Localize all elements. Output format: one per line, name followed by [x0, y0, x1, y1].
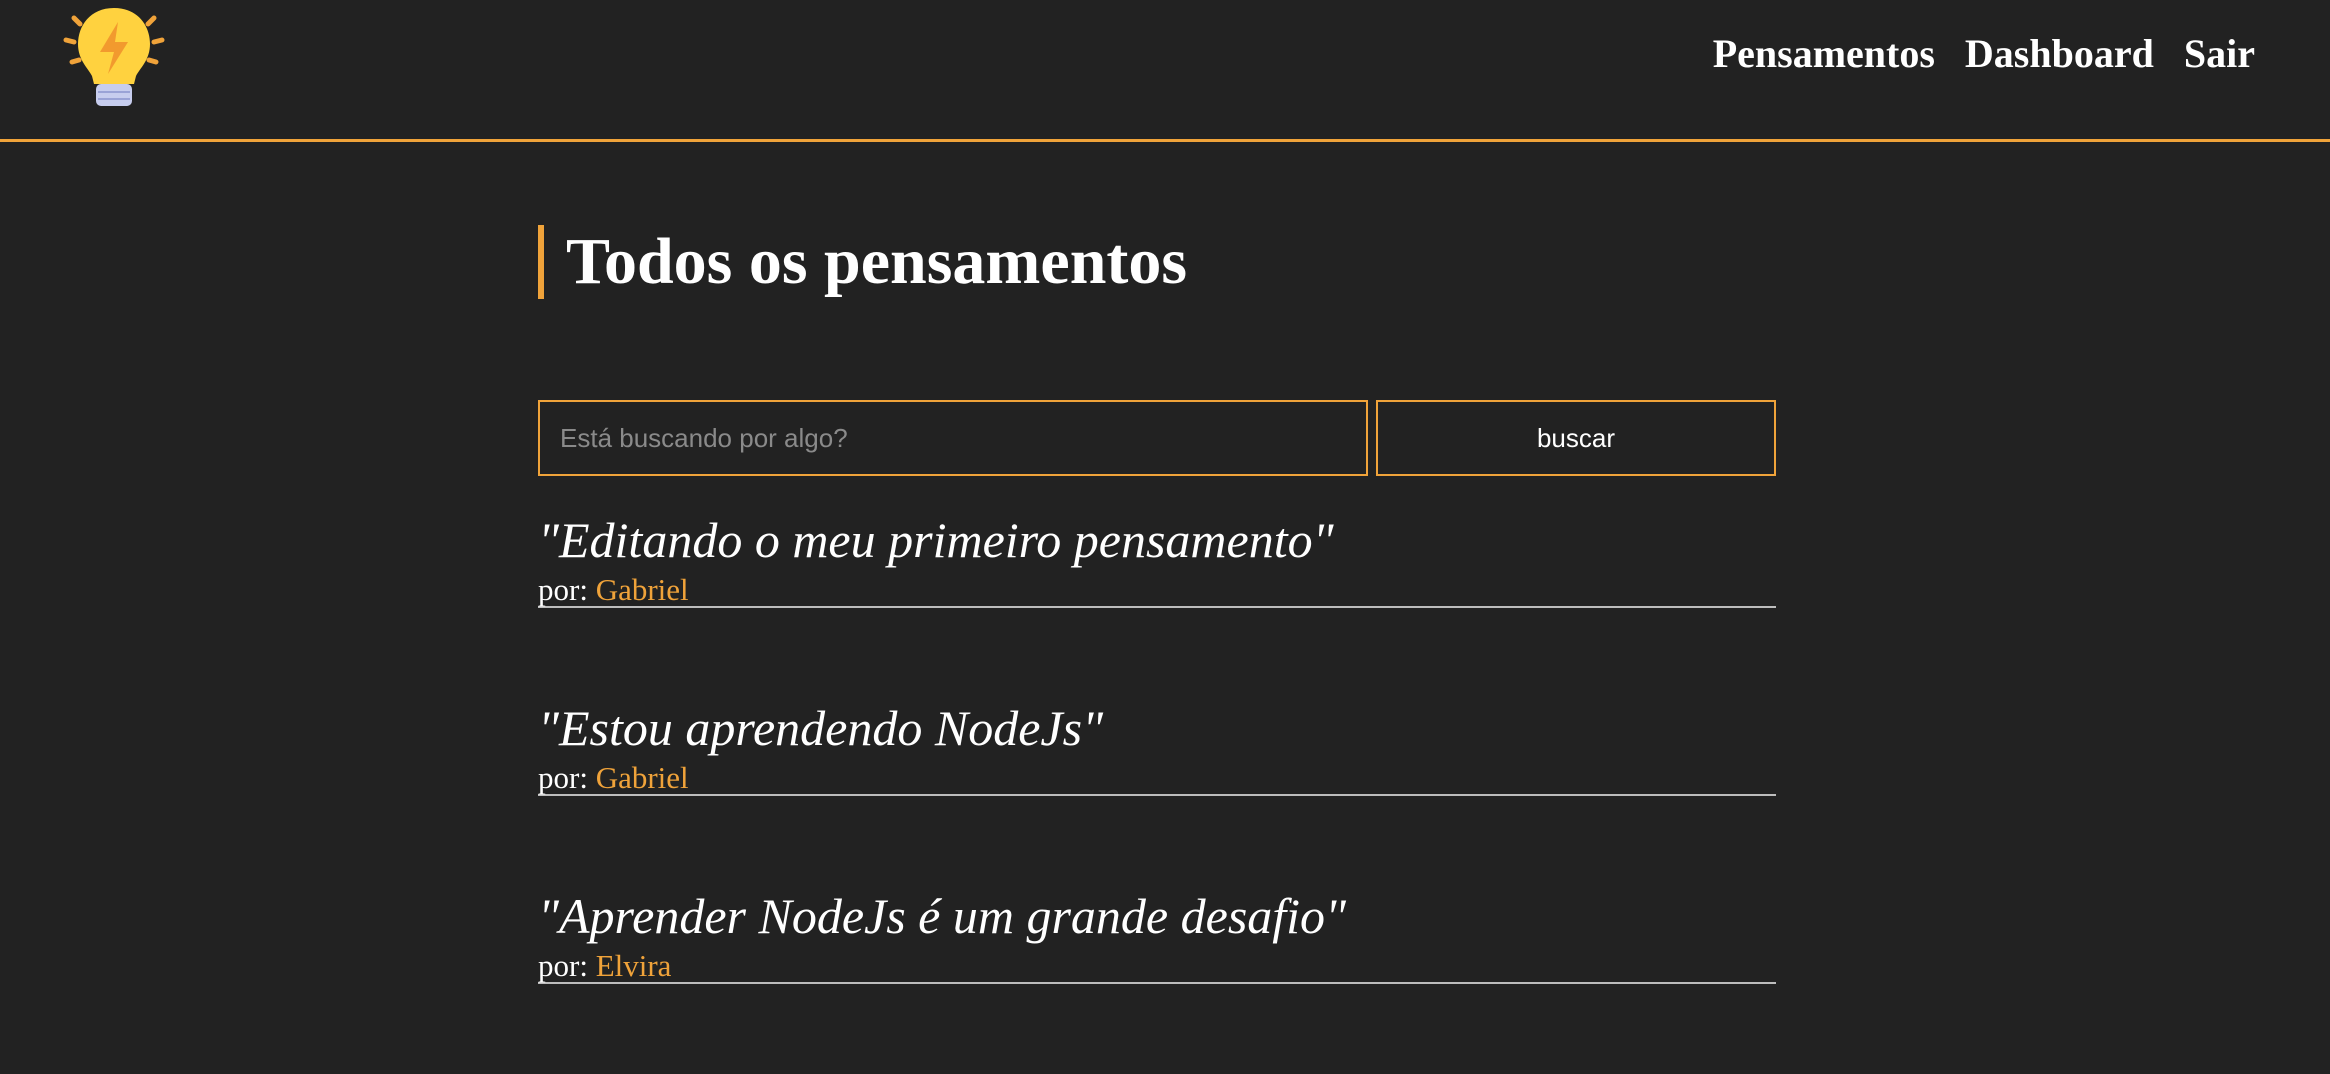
page-title: Todos os pensamentos [538, 225, 1776, 299]
thought-item: "Editando o meu primeiro pensamento" por… [538, 510, 1776, 608]
nav-links: Pensamentos Dashboard Sair [1713, 30, 2255, 77]
author-name: Elvira [595, 948, 672, 983]
author-prefix: por: [538, 572, 588, 607]
thought-author: por: Elvira [538, 950, 671, 982]
thoughts-list: "Editando o meu primeiro pensamento" por… [538, 510, 1776, 1074]
thought-item: "Aprender NodeJs é um grande desafio" po… [538, 886, 1776, 984]
thought-author: por: Gabriel [538, 762, 689, 794]
author-name: Gabriel [595, 760, 689, 795]
lightbulb-bolt-icon [63, 8, 165, 106]
thought-text: "Aprender NodeJs é um grande desafio" [538, 888, 1347, 944]
author-name: Gabriel [595, 572, 689, 607]
author-prefix: por: [538, 948, 588, 983]
search-input[interactable] [538, 400, 1368, 476]
main-content: Todos os pensamentos buscar "Editando o … [538, 225, 1776, 984]
nav-link-pensamentos[interactable]: Pensamentos [1713, 30, 1935, 77]
thought-text: "Editando o meu primeiro pensamento" [538, 512, 1334, 568]
author-prefix: por: [538, 760, 588, 795]
search-form: buscar [538, 400, 1776, 476]
nav-link-sair[interactable]: Sair [2184, 30, 2255, 77]
navbar: Pensamentos Dashboard Sair [0, 0, 2330, 142]
lightbulb-logo-icon[interactable] [60, 4, 168, 112]
search-button[interactable]: buscar [1376, 400, 1776, 476]
thought-text: "Estou aprendendo NodeJs" [538, 700, 1104, 756]
thought-author: por: Gabriel [538, 574, 689, 606]
thought-item: "Estou aprendendo NodeJs" por: Gabriel [538, 698, 1776, 796]
nav-link-dashboard[interactable]: Dashboard [1965, 30, 2154, 77]
